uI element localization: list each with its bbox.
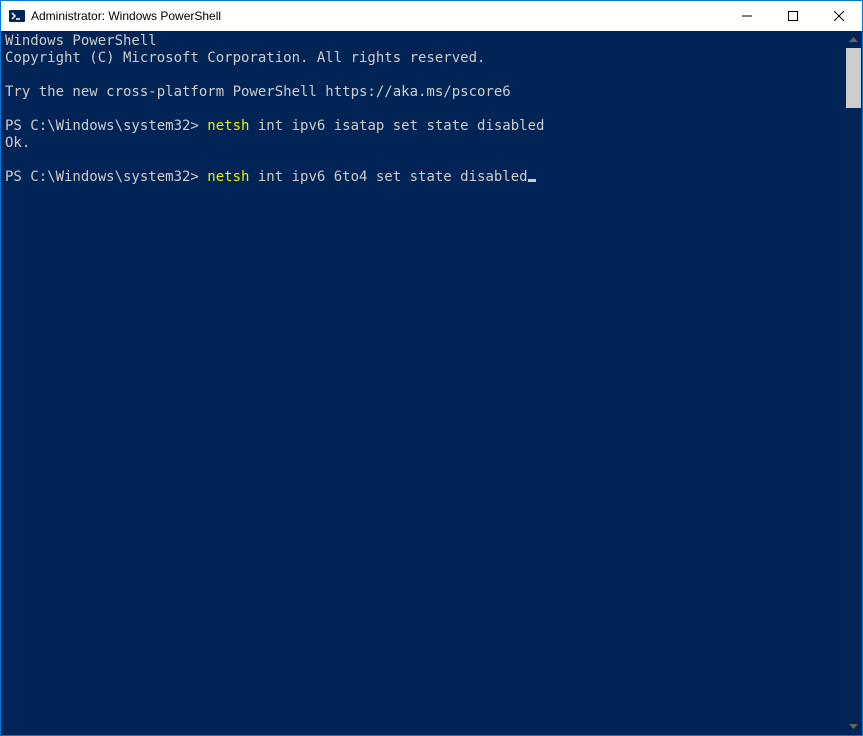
terminal-content: Windows PowerShell Copyright (C) Microso… [1,31,862,188]
titlebar[interactable]: Administrator: Windows PowerShell [1,1,862,31]
scrollbar-thumb[interactable] [846,48,861,108]
maximize-button[interactable] [770,1,816,31]
command-exe: netsh [207,169,258,185]
scrollbar-down-arrow[interactable] [845,718,862,735]
command-args: int ipv6 isatap set state disabled [258,118,545,134]
powershell-window: Administrator: Windows PowerShell Window [0,0,863,736]
terminal-line: Ok. [5,135,30,151]
window-title: Administrator: Windows PowerShell [31,9,724,23]
prompt: PS C:\Windows\system32> [5,118,207,134]
cursor [528,179,536,182]
scrollbar[interactable] [845,31,862,735]
prompt: PS C:\Windows\system32> [5,169,207,185]
terminal-line: Try the new cross-platform PowerShell ht… [5,84,511,100]
command-args: int ipv6 6to4 set state disabled [258,169,528,185]
terminal-line: Copyright (C) Microsoft Corporation. All… [5,50,485,66]
powershell-icon [9,8,25,24]
command-exe: netsh [207,118,258,134]
close-button[interactable] [816,1,862,31]
scrollbar-up-arrow[interactable] [845,31,862,48]
terminal-line: Windows PowerShell [5,33,157,49]
minimize-button[interactable] [724,1,770,31]
terminal-area[interactable]: Windows PowerShell Copyright (C) Microso… [1,31,862,735]
window-controls [724,1,862,31]
